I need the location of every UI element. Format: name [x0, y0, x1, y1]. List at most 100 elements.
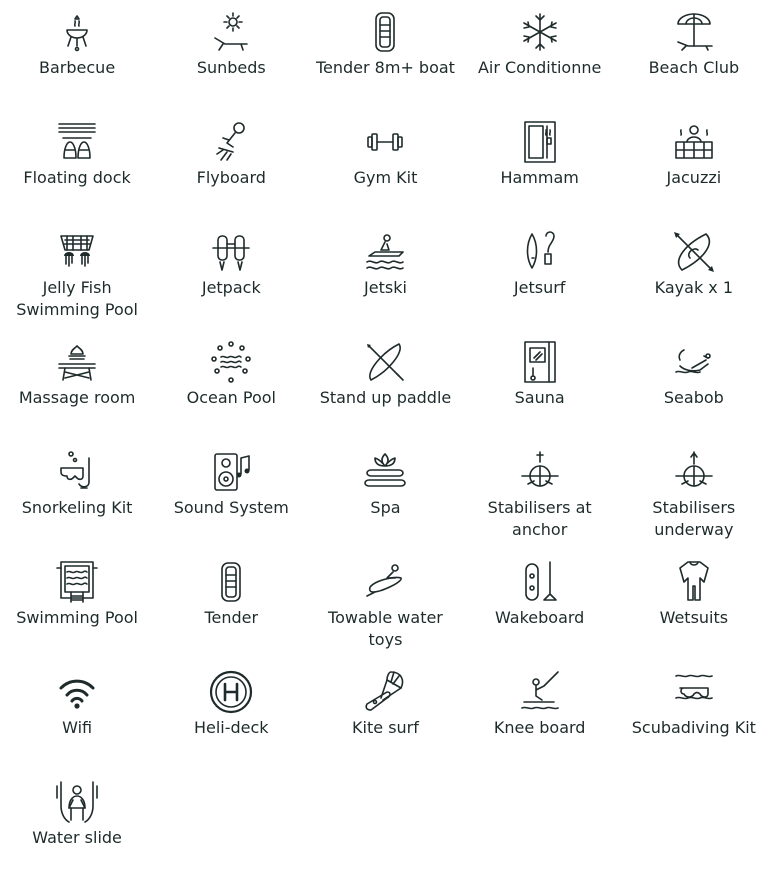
amenity-label: Beach Club [648, 58, 740, 77]
amenity-label: Jetsurf [513, 278, 566, 297]
floating-dock-icon [53, 118, 101, 166]
jetsurf-icon [516, 228, 564, 276]
kayak-icon [670, 228, 718, 276]
kitesurf-icon [361, 668, 409, 716]
amenity-jetski: Jetski [308, 220, 462, 330]
towable-toy-icon [361, 558, 409, 606]
amenity-stabilisers-underway: Stabilisers underway [617, 440, 771, 550]
jetski-icon [361, 228, 409, 276]
amenity-spa: Spa [308, 440, 462, 550]
water-slide-icon [53, 778, 101, 826]
amenity-label: Wifi [62, 718, 93, 737]
wakeboard-icon [516, 558, 564, 606]
amenity-label: Jetski [364, 278, 407, 297]
seabob-icon [670, 338, 718, 386]
helipad-icon [207, 668, 255, 716]
amenity-label: Ocean Pool [186, 388, 276, 407]
amenity-ocean-pool: Ocean Pool [154, 330, 308, 440]
sauna-icon [516, 338, 564, 386]
jacuzzi-icon [670, 118, 718, 166]
kneeboard-icon [516, 668, 564, 716]
amenity-stabilisers-anchor: Stabilisers at anchor [463, 440, 617, 550]
amenity-kayak: Kayak x 1 [617, 220, 771, 330]
amenity-jellyfish-pool: Jelly Fish Swimming Pool [0, 220, 154, 330]
hammam-icon [516, 118, 564, 166]
amenity-scubadiving-kit: Scubadiving Kit [617, 660, 771, 770]
amenity-label: Wakeboard [494, 608, 585, 627]
wifi-icon [53, 668, 101, 716]
amenity-label: Jelly Fish Swimming Pool [16, 278, 138, 319]
amenity-jacuzzi: Jacuzzi [617, 110, 771, 220]
amenity-wifi: Wifi [0, 660, 154, 770]
amenity-label: Hammam [500, 168, 579, 187]
amenity-barbecue: Barbecue [0, 0, 154, 110]
amenity-flyboard: Flyboard [154, 110, 308, 220]
spa-stones-icon [361, 448, 409, 496]
amenity-label: Spa [370, 498, 401, 517]
amenity-hammam: Hammam [463, 110, 617, 220]
amenity-label: Swimming Pool [16, 608, 138, 627]
beach-umbrella-icon [670, 8, 718, 56]
snorkel-icon [53, 448, 101, 496]
amenity-kite-surf: Kite surf [308, 660, 462, 770]
jetpack-icon [207, 228, 255, 276]
amenity-label: Scubadiving Kit [631, 718, 756, 737]
amenity-label: Gym Kit [353, 168, 418, 187]
amenity-label: Stand up paddle [319, 388, 452, 407]
amenity-label: Sound System [173, 498, 289, 517]
amenity-label: Sunbeds [196, 58, 266, 77]
amenity-label: Stabilisers at anchor [487, 498, 592, 539]
wetsuit-icon [670, 558, 718, 606]
amenity-towable-toys: Towable water toys [308, 550, 462, 660]
amenity-label: Kayak x 1 [654, 278, 734, 297]
jellyfish-pool-icon [53, 228, 101, 276]
amenity-tender-boat: Tender 8m+ boat [308, 0, 462, 110]
amenity-snorkeling-kit: Snorkeling Kit [0, 440, 154, 550]
amenity-label: Towable water toys [328, 608, 443, 649]
stabiliser-anchor-icon [516, 448, 564, 496]
paddle-board-icon [361, 338, 409, 386]
amenity-label: Kite surf [352, 718, 419, 737]
amenity-massage-room: Massage room [0, 330, 154, 440]
amenity-label: Air Conditionne [477, 58, 602, 77]
massage-table-icon [53, 338, 101, 386]
amenity-label: Water slide [32, 828, 122, 847]
amenity-water-slide: Water slide [0, 770, 154, 880]
snowflake-icon [516, 8, 564, 56]
amenity-sauna: Sauna [463, 330, 617, 440]
amenity-label: Sauna [514, 388, 565, 407]
amenity-jetpack: Jetpack [154, 220, 308, 330]
speaker-icon [207, 448, 255, 496]
amenity-air-conditioning: Air Conditionne [463, 0, 617, 110]
amenity-sound-system: Sound System [154, 440, 308, 550]
amenity-label: Snorkeling Kit [21, 498, 133, 517]
amenity-heli-deck: Heli-deck [154, 660, 308, 770]
amenity-wetsuits: Wetsuits [617, 550, 771, 660]
amenity-seabob: Seabob [617, 330, 771, 440]
barbecue-icon [53, 8, 101, 56]
stabiliser-underway-icon [670, 448, 718, 496]
ocean-pool-icon [207, 338, 255, 386]
amenity-label: Floating dock [23, 168, 131, 187]
amenity-label: Barbecue [39, 58, 116, 77]
amenity-gym-kit: Gym Kit [308, 110, 462, 220]
amenity-beach-club: Beach Club [617, 0, 771, 110]
amenity-tender: Tender [154, 550, 308, 660]
swimming-pool-icon [53, 558, 101, 606]
amenity-label: Tender 8m+ boat [315, 58, 455, 77]
amenity-swimming-pool: Swimming Pool [0, 550, 154, 660]
amenity-label: Tender [204, 608, 259, 627]
amenity-wakeboard: Wakeboard [463, 550, 617, 660]
amenity-label: Knee board [493, 718, 586, 737]
amenity-label: Jetpack [201, 278, 261, 297]
amenity-sunbeds: Sunbeds [154, 0, 308, 110]
amenity-jetsurf: Jetsurf [463, 220, 617, 330]
amenity-stand-up-paddle: Stand up paddle [308, 330, 462, 440]
tender-boat-icon [361, 8, 409, 56]
amenity-floating-dock: Floating dock [0, 110, 154, 220]
sunbed-icon [207, 8, 255, 56]
amenity-label: Jacuzzi [666, 168, 722, 187]
amenity-label: Massage room [18, 388, 136, 407]
flyboard-icon [207, 118, 255, 166]
amenity-label: Seabob [663, 388, 724, 407]
